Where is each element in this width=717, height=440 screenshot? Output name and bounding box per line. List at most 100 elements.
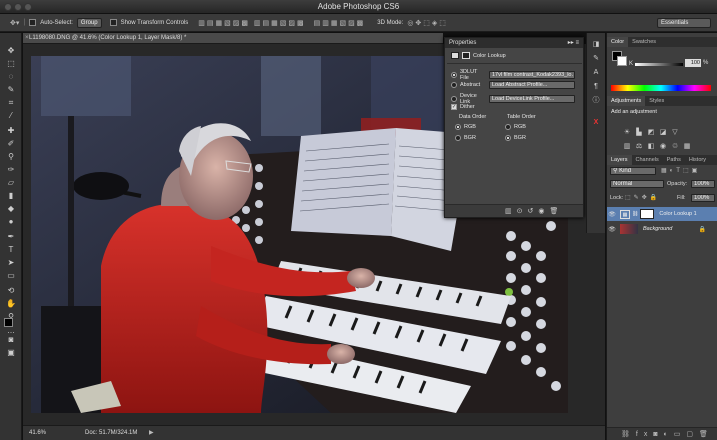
character-panel-icon[interactable]: A bbox=[592, 69, 600, 77]
vibrance-icon[interactable]: ▽ bbox=[671, 129, 679, 137]
layer-filter-icons[interactable]: ▦◐T⬚▣ bbox=[661, 167, 700, 174]
tab-channels[interactable]: Channels bbox=[632, 155, 663, 165]
layer-name[interactable]: Background bbox=[643, 226, 672, 232]
foreground-color-swatch[interactable] bbox=[4, 318, 13, 327]
tab-color[interactable]: Color bbox=[607, 37, 629, 47]
rectangle-tool-icon[interactable]: ▭ bbox=[5, 270, 17, 281]
move-tool-icon[interactable]: ✥▾ bbox=[10, 19, 19, 27]
tab-styles[interactable]: Styles bbox=[645, 96, 668, 106]
path-selection-tool-icon[interactable]: ➤ bbox=[5, 257, 17, 268]
layer-row[interactable]: 👁 Background 🔒 bbox=[607, 222, 717, 236]
properties-header[interactable]: Properties ▸▸ ≡ bbox=[445, 38, 583, 48]
3d-rotate-tool-icon[interactable]: ⟲ bbox=[5, 285, 17, 296]
3dlut-dropdown[interactable]: 17vl film contrast_Kodak2393_lo… bbox=[489, 71, 575, 79]
close-window-icon[interactable] bbox=[4, 3, 12, 11]
visibility-eye-icon[interactable]: 👁 bbox=[607, 211, 617, 218]
marquee-tool-icon[interactable]: ⬚ bbox=[5, 58, 17, 69]
pen-tool-icon[interactable]: ✒ bbox=[5, 231, 17, 242]
table-order-rgb-radio[interactable] bbox=[505, 124, 511, 130]
blur-tool-icon[interactable]: ◆ bbox=[5, 203, 17, 214]
levels-icon[interactable]: ▙ bbox=[635, 129, 643, 137]
eyedropper-tool-icon[interactable]: ⁄ bbox=[5, 110, 17, 121]
layer-filter-dropdown[interactable]: ⚲ Kind bbox=[610, 167, 656, 175]
info-panel-icon[interactable]: ⓘ bbox=[592, 97, 600, 105]
3d-mode-icons[interactable]: ◎✥⬚◈⬚ bbox=[407, 19, 448, 27]
status-menu-arrow-icon[interactable]: ▶ bbox=[149, 426, 154, 440]
data-order-rgb-radio[interactable] bbox=[455, 124, 461, 130]
k-value-field[interactable]: 100 bbox=[685, 59, 701, 67]
bg-color-swatch[interactable] bbox=[617, 56, 627, 66]
brush-panel-icon[interactable]: ✎ bbox=[592, 55, 600, 63]
tab-layers[interactable]: Layers bbox=[607, 155, 632, 165]
gradient-tool-icon[interactable]: ▮ bbox=[5, 190, 17, 201]
channel-mixer-icon[interactable]: ♲ bbox=[671, 143, 679, 151]
layer-row[interactable]: 👁 ▦ ⛓ Color Lookup 1 bbox=[607, 207, 717, 221]
tab-paths[interactable]: Paths bbox=[663, 155, 685, 165]
history-brush-tool-icon[interactable]: ✑ bbox=[5, 164, 17, 175]
auto-select-dropdown[interactable]: Group bbox=[76, 17, 102, 28]
minimize-window-icon[interactable] bbox=[14, 3, 22, 11]
show-transform-label: Show Transform Controls bbox=[120, 19, 189, 26]
tab-adjustments[interactable]: Adjustments bbox=[607, 96, 646, 106]
layer-name[interactable]: Color Lookup 1 bbox=[659, 211, 696, 217]
hand-tool-icon[interactable]: ✋ bbox=[5, 298, 17, 309]
brush-tool-icon[interactable]: ✐ bbox=[5, 138, 17, 149]
close-tab-icon[interactable]: × bbox=[25, 33, 29, 44]
screen-mode-icon[interactable]: ▣ bbox=[5, 347, 17, 358]
lock-icon: 🔒 bbox=[698, 226, 706, 233]
mask-icon[interactable] bbox=[462, 52, 470, 59]
zoom-level[interactable]: 41.6% bbox=[29, 426, 46, 440]
curves-icon[interactable]: ◩ bbox=[647, 129, 655, 137]
abstract-dropdown[interactable]: Load Abstract Profile... bbox=[489, 81, 575, 89]
clone-stamp-tool-icon[interactable]: ⚲ bbox=[5, 151, 17, 162]
exposure-icon[interactable]: ◪ bbox=[659, 129, 667, 137]
workspace-dropdown[interactable]: Essentials bbox=[657, 18, 711, 28]
brightness-contrast-icon[interactable]: ☀ bbox=[623, 129, 631, 137]
tab-swatches[interactable]: Swatches bbox=[628, 37, 660, 47]
lasso-tool-icon[interactable]: ◌ bbox=[5, 71, 17, 82]
paragraph-panel-icon[interactable]: ¶ bbox=[592, 83, 600, 91]
quick-mask-icon[interactable]: ◙ bbox=[5, 334, 17, 345]
panel-menu-icon[interactable]: ▸▸ ≡ bbox=[568, 38, 579, 48]
document-size[interactable]: Doc: 51.7M/324.1M bbox=[85, 426, 137, 440]
tab-history[interactable]: History bbox=[685, 155, 710, 165]
crop-tool-icon[interactable]: ⌗ bbox=[5, 97, 17, 108]
visibility-eye-icon[interactable]: 👁 bbox=[607, 226, 617, 233]
healing-brush-tool-icon[interactable]: ✚ bbox=[5, 125, 17, 136]
color-lookup-icon[interactable]: ▦ bbox=[683, 143, 691, 151]
x-icon[interactable]: X bbox=[592, 119, 600, 127]
chain-link-icon[interactable]: ⛓ bbox=[632, 211, 638, 217]
data-order-bgr-radio[interactable] bbox=[455, 135, 461, 141]
type-tool-icon[interactable]: T bbox=[5, 244, 17, 255]
fill-field[interactable]: 100% bbox=[691, 194, 715, 202]
3dlut-radio[interactable] bbox=[451, 72, 457, 78]
dodge-tool-icon[interactable]: ● bbox=[5, 216, 17, 227]
table-order-bgr-radio[interactable] bbox=[505, 135, 511, 141]
dither-checkbox[interactable]: ✓ bbox=[451, 104, 457, 110]
eraser-tool-icon[interactable]: ▱ bbox=[5, 177, 17, 188]
photo-filter-icon[interactable]: ◉ bbox=[659, 143, 667, 151]
move-tool-icon[interactable]: ✥ bbox=[5, 45, 17, 56]
layers-footer-icons[interactable]: ⛓fx◙◐▭▢🗑 bbox=[621, 430, 714, 438]
color-balance-icon[interactable]: ⚖ bbox=[635, 143, 643, 151]
opacity-field[interactable]: 100% bbox=[691, 180, 715, 188]
color-spectrum-bar[interactable] bbox=[611, 85, 711, 91]
document-tab[interactable]: L1198080.DNG @ 41.6% (Color Lookup 1, La… bbox=[23, 33, 443, 44]
lock-icons[interactable]: ⬚✎✥🔒 bbox=[625, 194, 660, 201]
show-transform-checkbox[interactable] bbox=[109, 19, 117, 26]
device-link-dropdown[interactable]: Load DeviceLink Profile... bbox=[489, 95, 575, 103]
device-link-radio[interactable] bbox=[451, 96, 457, 102]
align-icons[interactable]: ▥▤▦▧▨▩ ▥▤▦▧▨▩ bbox=[198, 19, 305, 27]
k-slider[interactable] bbox=[635, 63, 683, 66]
zoom-window-icon[interactable] bbox=[24, 3, 32, 11]
auto-select-checkbox[interactable] bbox=[29, 19, 37, 26]
distribute-icons[interactable]: ▤▥▦▧▨▩ bbox=[314, 19, 366, 27]
layer-mask-thumbnail[interactable] bbox=[640, 209, 655, 219]
blend-mode-dropdown[interactable]: Normal bbox=[610, 180, 664, 188]
history-panel-icon[interactable]: ◨ bbox=[592, 41, 600, 49]
abstract-radio[interactable] bbox=[451, 82, 457, 88]
footer-icons[interactable]: ▥⊙↺◉🗑 bbox=[505, 207, 563, 215]
quick-select-tool-icon[interactable]: ✎ bbox=[5, 84, 17, 95]
black-white-icon[interactable]: ◧ bbox=[647, 143, 655, 151]
hue-saturation-icon[interactable]: ▥ bbox=[623, 143, 631, 151]
